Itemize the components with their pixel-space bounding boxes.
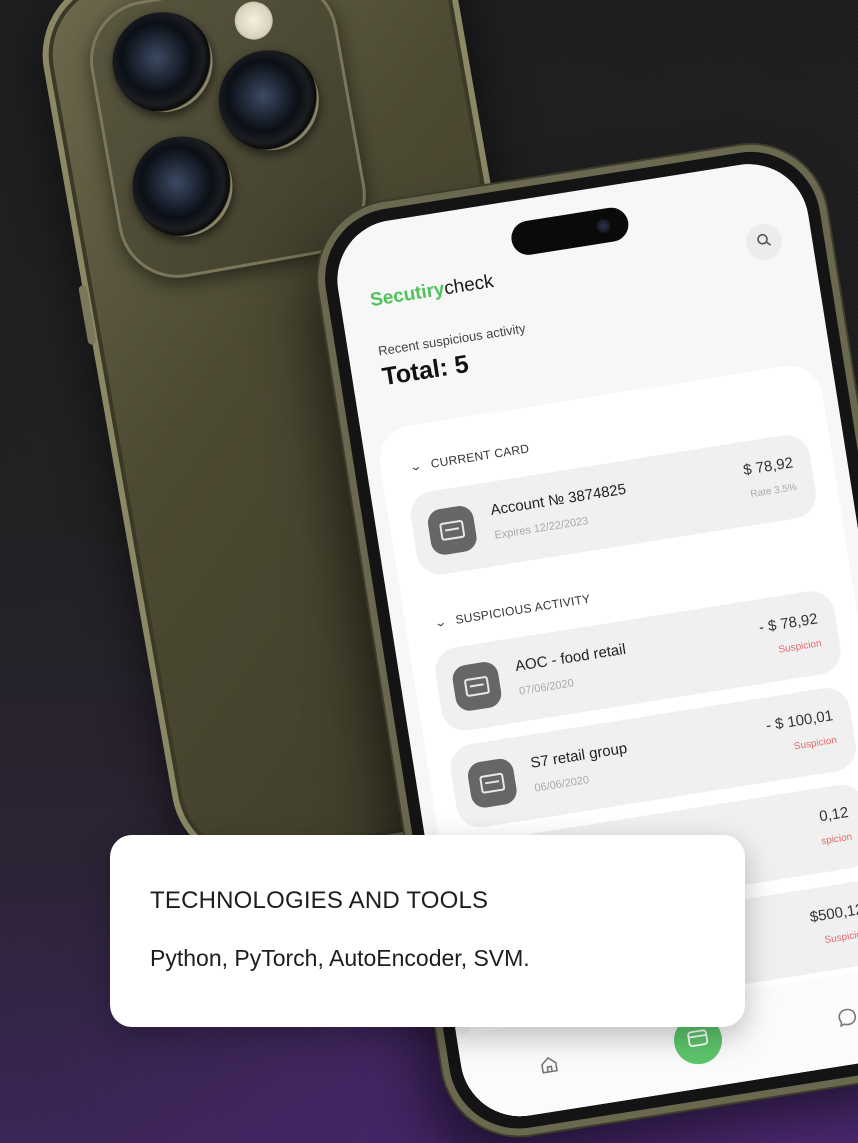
technologies-title: TECHNOLOGIES AND TOOLS [150, 887, 489, 914]
transaction-date: 07/06/2020 [518, 677, 575, 698]
card-expiry: Expires 12/22/2023 [493, 515, 590, 542]
card-rate: Rate 3.5% [749, 481, 798, 501]
suspicious-activity-toggle[interactable]: ⌄ SUSPICIOUS ACTIVITY [432, 591, 592, 631]
transaction-amount: - $ 100,01 [764, 707, 835, 735]
chat-tab[interactable] [828, 1000, 858, 1039]
card-icon [425, 504, 479, 557]
section-title: CURRENT CARD [429, 441, 531, 471]
transaction-title: S7 retail group [529, 739, 629, 772]
app-logo: Secutirycheck [369, 271, 495, 311]
card-icon [450, 660, 504, 713]
transaction-status: Suspicion [777, 638, 823, 656]
front-camera [595, 217, 612, 234]
brand-rest: check [442, 270, 496, 300]
camera-lens [210, 42, 327, 159]
card-balance: $ 78,92 [742, 454, 795, 479]
transaction-title: AOC - food retail [514, 640, 628, 676]
home-icon [538, 1053, 562, 1081]
camera-module [80, 0, 376, 288]
current-card-toggle[interactable]: ⌄ CURRENT CARD [408, 441, 531, 475]
chat-icon [836, 1006, 858, 1034]
camera-flash [231, 0, 276, 43]
chevron-down-icon: ⌄ [432, 614, 449, 631]
dynamic-island [508, 205, 631, 258]
transaction-status: spicion [820, 831, 854, 848]
transaction-amount: $500,12 [808, 900, 858, 927]
transaction-status: Suspicion [823, 928, 858, 947]
wallet-icon [687, 1028, 710, 1052]
camera-lens [124, 128, 241, 245]
transaction-status: Suspicion [793, 734, 838, 753]
search-button[interactable] [743, 221, 785, 263]
account-number: Account № 3874825 [489, 480, 628, 519]
search-icon [756, 232, 773, 252]
transaction-date: 06/06/2020 [533, 774, 590, 795]
technologies-card: TECHNOLOGIES AND TOOLS Python, PyTorch, … [110, 835, 745, 1027]
transaction-amount: - $ 78,92 [757, 610, 819, 637]
chevron-down-icon: ⌄ [408, 458, 424, 475]
home-tab[interactable] [530, 1047, 569, 1086]
brand-bold: Secutiry [368, 278, 447, 312]
camera-lens [104, 4, 221, 121]
section-title: SUSPICIOUS ACTIVITY [454, 591, 592, 627]
card-icon [465, 756, 519, 810]
transaction-amount: 0,12 [818, 803, 850, 826]
technologies-list: Python, PyTorch, AutoEncoder, SVM. [150, 945, 530, 971]
